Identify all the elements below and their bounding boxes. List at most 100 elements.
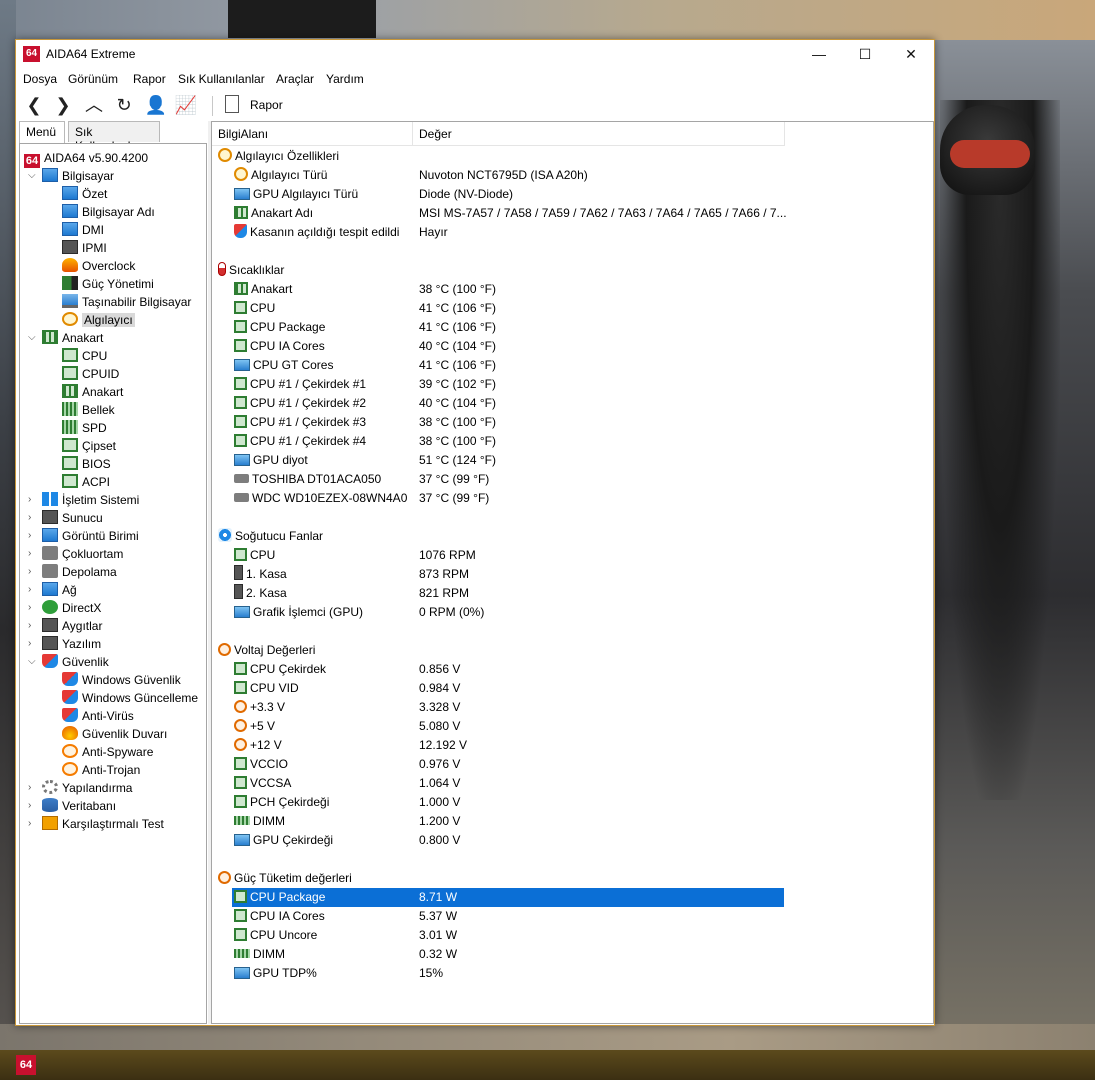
table-row[interactable]: +5 V 5.080 V — [212, 717, 933, 736]
table-row[interactable]: GPU diyot 51 °C (124 °F) — [212, 451, 933, 470]
tree-item[interactable]: Bellek — [62, 401, 115, 419]
table-row[interactable]: CPU #1 / Çekirdek #4 38 °C (100 °F) — [212, 432, 933, 451]
chevron-right-icon[interactable]: › — [28, 815, 38, 833]
tree-item[interactable]: › Karşılaştırmalı Test — [28, 815, 164, 833]
table-row[interactable]: CPU Package 8.71 W — [212, 888, 933, 907]
chevron-right-icon[interactable]: › — [28, 779, 38, 797]
table-row[interactable]: 2. Kasa 821 RPM — [212, 584, 933, 603]
table-row[interactable]: +12 V 12.192 V — [212, 736, 933, 755]
table-row[interactable]: CPU Package 41 °C (106 °F) — [212, 318, 933, 337]
table-row[interactable]: CPU #1 / Çekirdek #2 40 °C (104 °F) — [212, 394, 933, 413]
tree-item[interactable]: BIOS — [62, 455, 111, 473]
tree-item[interactable]: Anti-Virüs — [62, 707, 134, 725]
tree-item[interactable]: Güç Yönetimi — [62, 275, 154, 293]
table-row[interactable]: GPU Çekirdeği 0.800 V — [212, 831, 933, 850]
chevron-right-icon[interactable]: › — [28, 617, 38, 635]
chevron-right-icon[interactable]: › — [28, 545, 38, 563]
tree-item[interactable]: › Çokluortam — [28, 545, 123, 563]
chevron-right-icon[interactable]: › — [28, 797, 38, 815]
back-icon[interactable]: ❮ — [22, 94, 46, 116]
table-row[interactable]: Grafik İşlemci (GPU) 0 RPM (0%) — [212, 603, 933, 622]
tree-item[interactable]: Güvenlik Duvarı — [62, 725, 167, 743]
table-row[interactable]: CPU Çekirdek 0.856 V — [212, 660, 933, 679]
section-header[interactable]: Güç Tüketim değerleri — [212, 869, 933, 888]
tree-item[interactable]: DMI — [62, 221, 104, 239]
table-row[interactable]: PCH Çekirdeği 1.000 V — [212, 793, 933, 812]
table-row[interactable]: GPU TDP% 15% — [212, 964, 933, 983]
tree-item[interactable]: Bilgisayar Adı — [62, 203, 155, 221]
tree-item[interactable]: ACPI — [62, 473, 110, 491]
section-header[interactable]: Voltaj Değerleri — [212, 641, 933, 660]
report-icon[interactable] — [225, 95, 239, 113]
menu-dosya[interactable]: Dosya — [23, 72, 57, 86]
tree-item[interactable]: Anakart — [62, 383, 123, 401]
table-row[interactable]: CPU #1 / Çekirdek #1 39 °C (102 °F) — [212, 375, 933, 394]
tree-item[interactable]: Anti-Trojan — [62, 761, 140, 779]
tree-item[interactable]: › Yazılım — [28, 635, 101, 653]
tree-item[interactable]: › Sunucu — [28, 509, 103, 527]
table-row[interactable]: Kasanın açıldığı tespit edildi Hayır — [212, 223, 933, 242]
menu-rapor[interactable]: Rapor — [133, 72, 166, 86]
menu-sik-kullanilanlar[interactable]: Sık Kullanılanlar — [178, 72, 265, 86]
tree-item[interactable]: Windows Güvenlik — [62, 671, 181, 689]
tree-item[interactable]: › Aygıtlar — [28, 617, 102, 635]
table-row[interactable]: DIMM 1.200 V — [212, 812, 933, 831]
user-icon[interactable]: 👤 — [144, 94, 168, 116]
tree-item[interactable]: CPUID — [62, 365, 119, 383]
close-button[interactable]: ✕ — [888, 40, 934, 68]
table-row[interactable]: CPU IA Cores 40 °C (104 °F) — [212, 337, 933, 356]
chevron-down-icon[interactable]: ⌵ — [28, 167, 38, 185]
tree-item[interactable]: CPU — [62, 347, 107, 365]
chevron-right-icon[interactable]: › — [28, 581, 38, 599]
chevron-right-icon[interactable]: › — [28, 635, 38, 653]
tab-favorites[interactable]: Sık Kullanılanlar — [68, 121, 160, 153]
table-row[interactable]: Anakart 38 °C (100 °F) — [212, 280, 933, 299]
column-header-field[interactable]: BilgiAlanı — [212, 122, 413, 146]
table-row[interactable]: DIMM 0.32 W — [212, 945, 933, 964]
tree-item[interactable]: ⌵ Anakart — [28, 329, 103, 347]
tree-item[interactable]: Özet — [62, 185, 107, 203]
chart-icon[interactable]: 📈 — [174, 94, 198, 116]
maximize-button[interactable]: ☐ — [842, 40, 888, 68]
table-row[interactable]: CPU 41 °C (106 °F) — [212, 299, 933, 318]
tree-item[interactable]: 64 AIDA64 v5.90.4200 — [24, 149, 148, 168]
tree-item[interactable]: › Veritabanı — [28, 797, 116, 815]
table-row[interactable]: Algılayıcı Türü Nuvoton NCT6795D (ISA A20… — [212, 166, 933, 185]
tree-item[interactable]: › Ağ — [28, 581, 77, 599]
minimize-button[interactable]: — — [796, 40, 842, 68]
column-header-value[interactable]: Değer — [413, 122, 785, 146]
table-row[interactable]: TOSHIBA DT01ACA050 37 °C (99 °F) — [212, 470, 933, 489]
tree-item[interactable]: › Görüntü Birimi — [28, 527, 139, 545]
table-row[interactable]: +3.3 V 3.328 V — [212, 698, 933, 717]
report-button[interactable]: Rapor — [250, 98, 283, 112]
table-row[interactable]: CPU GT Cores 41 °C (106 °F) — [212, 356, 933, 375]
tree-item[interactable]: › İşletim Sistemi — [28, 491, 139, 509]
section-header[interactable]: Algılayıcı Özellikleri — [212, 147, 933, 166]
table-row[interactable]: GPU Algılayıcı Türü Diode (NV-Diode) — [212, 185, 933, 204]
taskbar-aida64-button[interactable]: 64 — [16, 1055, 36, 1075]
tree-item[interactable]: › Yapılandırma — [28, 779, 132, 797]
tree-item[interactable]: › Depolama — [28, 563, 117, 581]
table-row[interactable]: CPU Uncore 3.01 W — [212, 926, 933, 945]
table-row[interactable]: 1. Kasa 873 RPM — [212, 565, 933, 584]
chevron-right-icon[interactable]: › — [28, 599, 38, 617]
titlebar[interactable]: 64 AIDA64 Extreme — ☐ ✕ — [16, 40, 934, 68]
tab-menu[interactable]: Menü — [19, 121, 65, 143]
menu-gorunum[interactable]: Görünüm — [68, 72, 118, 86]
tree-item[interactable]: Anti-Spyware — [62, 743, 153, 761]
forward-icon[interactable]: ❯ — [51, 94, 75, 116]
tree-item[interactable]: IPMI — [62, 239, 107, 257]
tree-item[interactable]: › DirectX — [28, 599, 101, 617]
chevron-down-icon[interactable]: ⌵ — [28, 329, 38, 347]
table-row[interactable]: Anakart Adı MSI MS-7A57 / 7A58 / 7A59 / 7… — [212, 204, 933, 223]
table-row[interactable]: VCCSA 1.064 V — [212, 774, 933, 793]
tree-item[interactable]: Taşınabilir Bilgisayar — [62, 293, 191, 311]
refresh-icon[interactable]: ↻ — [112, 94, 136, 116]
table-row[interactable]: CPU 1076 RPM — [212, 546, 933, 565]
section-header[interactable]: Soğutucu Fanlar — [212, 527, 933, 546]
menu-araclar[interactable]: Araçlar — [276, 72, 314, 86]
chevron-right-icon[interactable]: › — [28, 491, 38, 509]
table-row[interactable]: WDC WD10EZEX-08WN4A0 37 °C (99 °F) — [212, 489, 933, 508]
chevron-right-icon[interactable]: › — [28, 527, 38, 545]
table-row[interactable]: CPU VID 0.984 V — [212, 679, 933, 698]
